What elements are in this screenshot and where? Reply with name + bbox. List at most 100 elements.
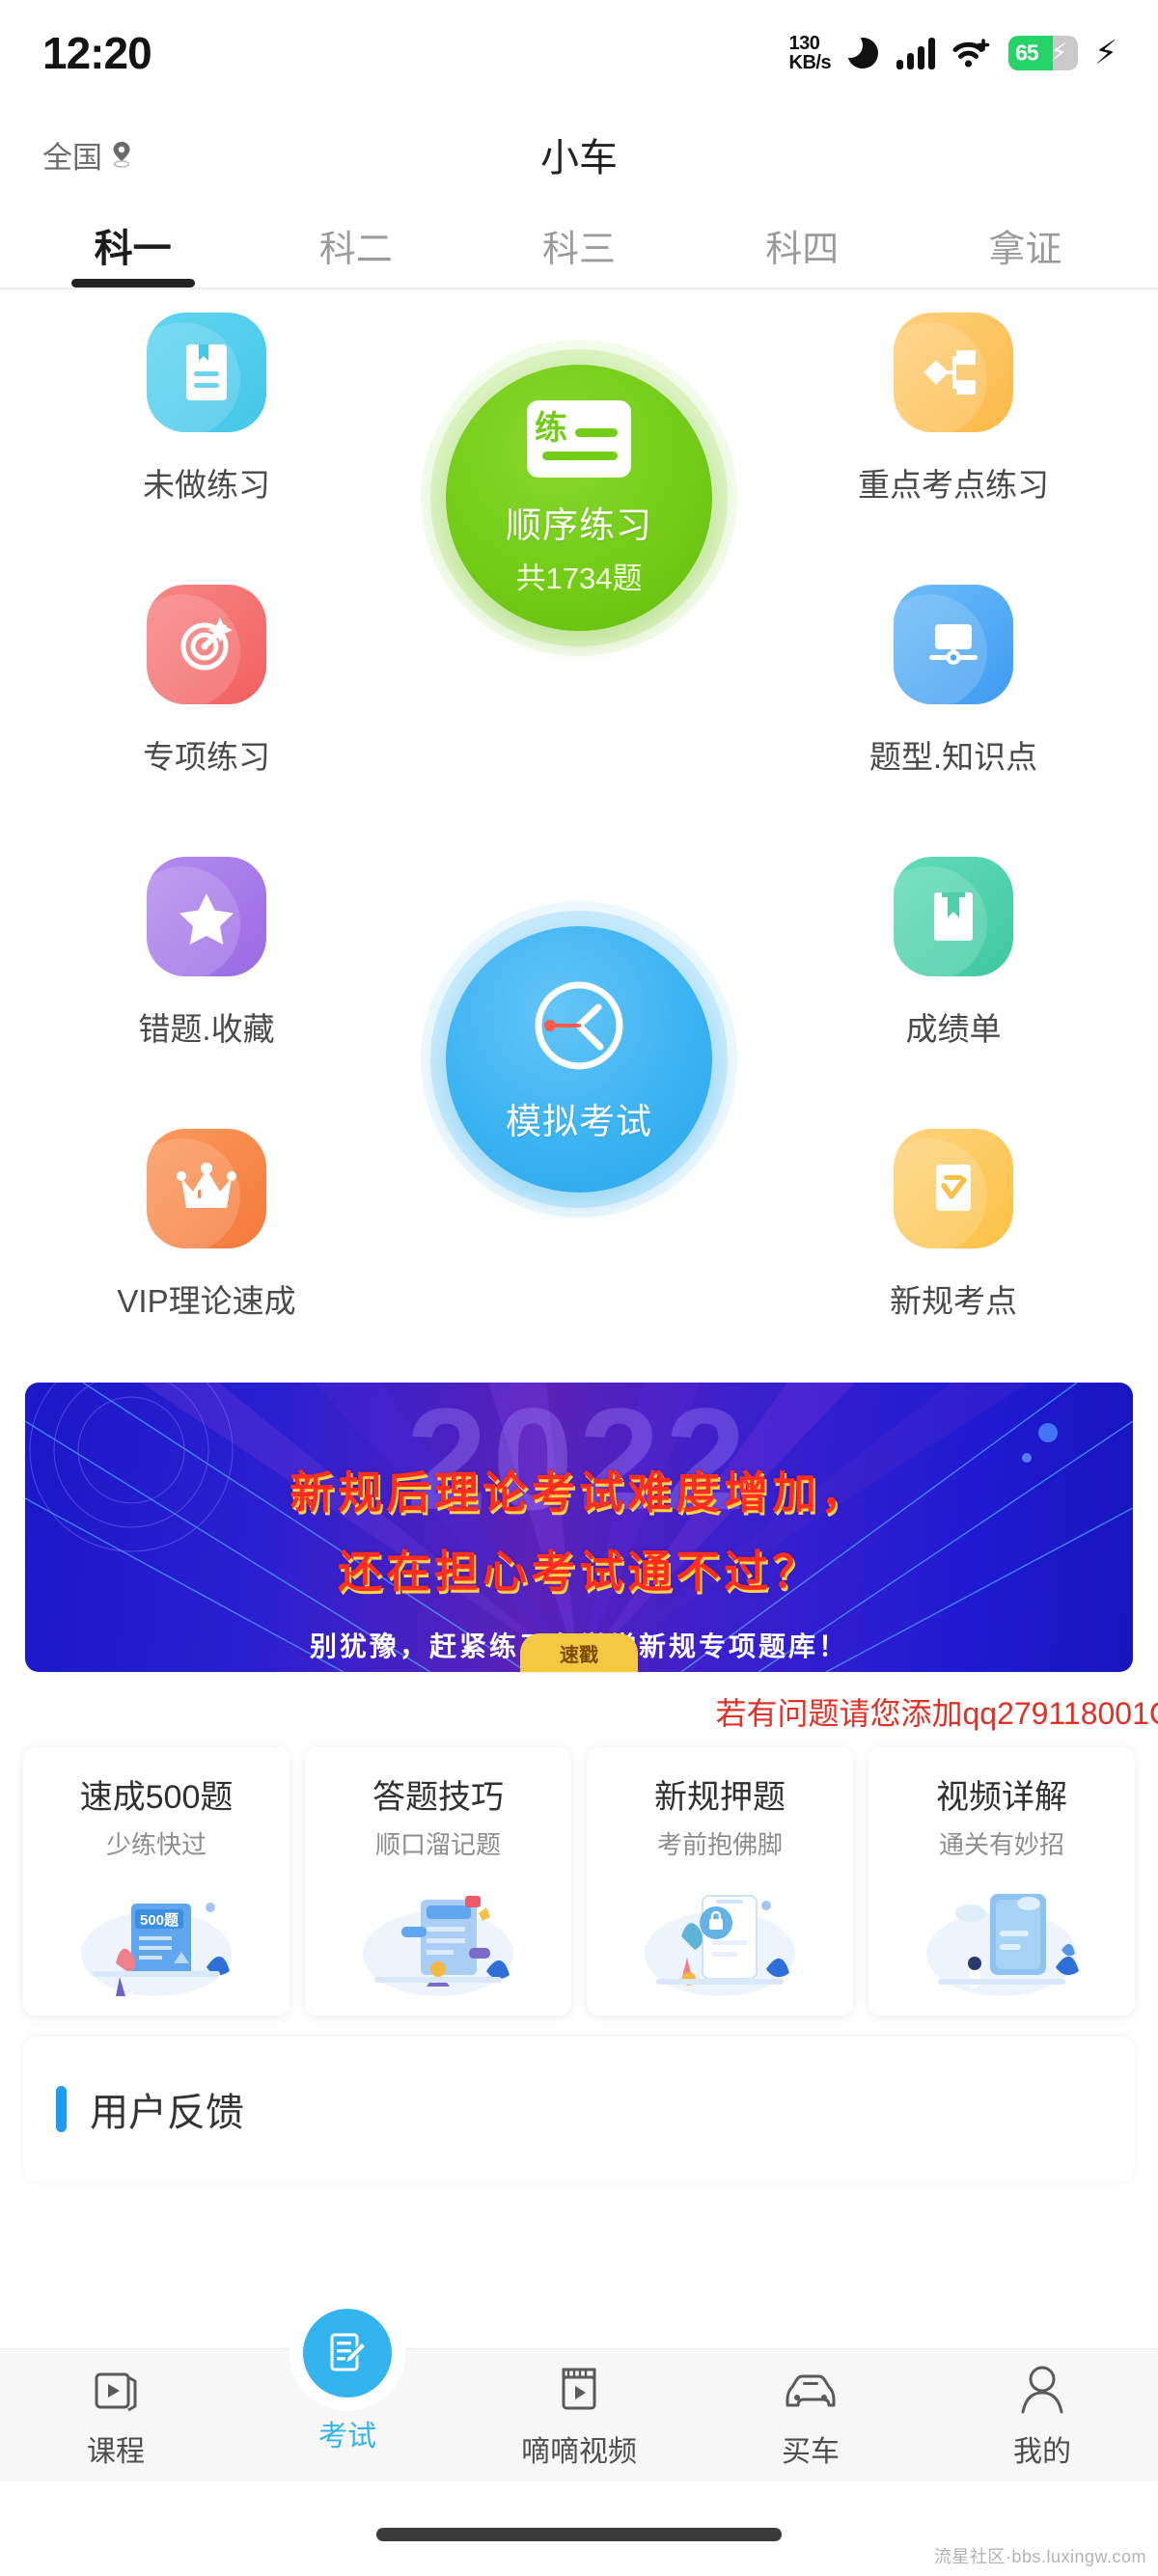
qq-contact-notice: 若有问题请您添加qq279118001C xyxy=(0,1672,1158,1747)
card-answer-tips[interactable]: 答题技巧 顺口溜记题 xyxy=(305,1747,571,2015)
sequential-practice-button[interactable]: 练 顺序练习 共1734题 xyxy=(446,365,712,631)
card-quick-500[interactable]: 速成500题 少练快过 500题 xyxy=(23,1747,290,2015)
grid-item-label: 新规考点 xyxy=(890,1283,1017,1319)
crown-icon xyxy=(147,1129,266,1248)
svg-text:练: 练 xyxy=(535,410,567,447)
svg-text:500题: 500题 xyxy=(140,1912,179,1929)
bolt-icon: ⚡ xyxy=(1094,35,1117,71)
region-label: 全国 xyxy=(42,140,102,175)
nodes-icon xyxy=(894,313,1013,432)
region-selector[interactable]: 全国 xyxy=(42,133,133,177)
nav-item-exam[interactable]: 考试 xyxy=(232,2309,463,2481)
grid-item-new-rules[interactable]: 新规考点 xyxy=(799,1129,1108,1353)
grid-item-question-types[interactable]: 题型.知识点 xyxy=(799,585,1108,808)
nav-label: 嘀嘀视频 xyxy=(521,2435,637,2468)
grid-item-key-points[interactable]: 重点考点练习 xyxy=(799,313,1108,536)
banner-cta-button[interactable]: 速戳 xyxy=(520,1633,638,1672)
status-icons: 130 KB/s 65 ⚡ ⚡ xyxy=(788,32,1117,73)
book-500-art: 500题 xyxy=(60,1871,253,2011)
notes-art xyxy=(342,1871,535,2011)
bookmark-doc-icon xyxy=(147,313,266,432)
location-pin-icon xyxy=(110,140,133,169)
grid-right-column: 重点考点练习 题型.知识点 成绩单 新规考点 xyxy=(799,313,1108,1401)
nav-item-courses[interactable]: 课程 xyxy=(0,2349,232,2481)
status-bar: 12:20 130 KB/s 65 ⚡ ⚡ xyxy=(0,0,1158,106)
lock-phone-art xyxy=(623,1871,816,2011)
target-icon xyxy=(147,585,266,704)
clock-icon xyxy=(529,975,629,1081)
banner-cta-label: 速戳 xyxy=(560,1644,598,1666)
tab-ke-si[interactable]: 科四 xyxy=(691,203,914,288)
grid-item-wrong-favorites[interactable]: 错题.收藏 xyxy=(52,857,361,1081)
nav-label: 买车 xyxy=(782,2435,840,2468)
grid-item-label: 错题.收藏 xyxy=(138,1011,275,1047)
home-indicator[interactable] xyxy=(376,2528,782,2541)
grid-item-undone-practice[interactable]: 未做练习 xyxy=(52,313,361,536)
mock-exam-button[interactable]: 模拟考试 xyxy=(446,926,712,1192)
sequential-practice-title: 顺序练习 xyxy=(506,506,652,545)
nav-label: 考试 xyxy=(318,2421,376,2453)
card-subtitle: 少练快过 xyxy=(105,1830,207,1859)
page-title: 小车 xyxy=(540,137,618,179)
mock-exam-title: 模拟考试 xyxy=(506,1101,652,1141)
course-play-icon xyxy=(89,2362,143,2420)
user-feedback-section[interactable]: 用户反馈 xyxy=(23,2037,1135,2181)
video-art xyxy=(905,1871,1098,2011)
feature-card-list: 速成500题 少练快过 500题 答题技巧 顺口溜记题 新规押题 考前抱佛脚 视… xyxy=(0,1747,1158,2015)
grid-item-label: 成绩单 xyxy=(905,1011,1002,1047)
tab-ke-san[interactable]: 科三 xyxy=(467,203,690,288)
function-grid: 未做练习 专项练习 错题.收藏 VIP理论速成 重点考点练习 题型.知识点 成绩… xyxy=(0,289,1158,1365)
promo-banner[interactable]: 2022 新规后理论考试难度增加， 还在担心考试通不过？ 别犹豫，赶紧练习车学堂… xyxy=(25,1383,1133,1672)
card-subtitle: 考前抱佛脚 xyxy=(656,1830,783,1859)
video-clip-icon xyxy=(554,2362,604,2420)
grid-item-label: 重点考点练习 xyxy=(858,467,1049,503)
tab-ke-yi[interactable]: 科一 xyxy=(21,203,244,288)
grid-item-label: 专项练习 xyxy=(143,739,270,775)
checklist-icon xyxy=(894,1129,1013,1248)
grid-left-column: 未做练习 专项练习 错题.收藏 VIP理论速成 xyxy=(52,313,361,1401)
network-speed-indicator: 130 KB/s xyxy=(788,32,832,73)
nav-item-buy-car[interactable]: 买车 xyxy=(695,2349,926,2481)
practice-card-icon: 练 xyxy=(525,398,633,484)
wifi-plus-icon xyxy=(951,37,992,69)
card-new-rule-predictions[interactable]: 新规押题 考前抱佛脚 xyxy=(587,1747,853,2015)
bottom-navigation: 课程 考试 嘀嘀视频 买车 我的 xyxy=(0,2309,1158,2481)
grid-item-label: VIP理论速成 xyxy=(117,1283,296,1319)
exam-doc-icon xyxy=(303,2309,392,2398)
tab-na-zheng[interactable]: 拿证 xyxy=(914,203,1137,288)
signal-icon xyxy=(896,37,936,69)
watermark-text: 流星社区·bbs.luxingw.com xyxy=(933,2547,1146,2566)
star-icon xyxy=(147,857,266,976)
battery-icon: 65 ⚡ xyxy=(1008,36,1079,70)
network-speed-unit: KB/s xyxy=(788,52,832,73)
banner-headline-line1: 新规后理论考试难度增加， xyxy=(290,1467,868,1518)
nav-label: 我的 xyxy=(1013,2435,1071,2468)
grid-item-label: 题型.知识点 xyxy=(868,739,1038,775)
sequential-practice-subtitle: 共1734题 xyxy=(515,562,643,595)
qq-contact-text: 若有问题请您添加qq279118001C xyxy=(715,1696,1158,1731)
car-icon xyxy=(782,2362,840,2420)
nav-item-profile[interactable]: 我的 xyxy=(926,2349,1158,2481)
nav-item-didi-video[interactable]: 嘀嘀视频 xyxy=(463,2349,695,2481)
report-book-icon xyxy=(894,857,1013,976)
card-subtitle: 通关有妙招 xyxy=(938,1830,1064,1859)
grid-item-score-report[interactable]: 成绩单 xyxy=(799,857,1108,1081)
grid-item-label: 未做练习 xyxy=(143,467,270,503)
card-title: 答题技巧 xyxy=(372,1779,504,1816)
card-video-explanation[interactable]: 视频详解 通关有妙招 xyxy=(868,1747,1135,2015)
banner-headline-line2: 还在担心考试通不过？ xyxy=(338,1547,820,1597)
status-time: 12:20 xyxy=(42,28,152,78)
tab-ke-er[interactable]: 科二 xyxy=(244,203,467,288)
user-feedback-title: 用户反馈 xyxy=(90,2092,244,2134)
grid-item-vip-theory[interactable]: VIP理论速成 xyxy=(52,1129,361,1353)
grid-item-special-practice[interactable]: 专项练习 xyxy=(52,585,361,808)
monitor-net-icon xyxy=(894,585,1013,704)
person-icon xyxy=(1017,2362,1067,2420)
section-accent-bar xyxy=(56,2086,67,2132)
network-speed-value: 130 xyxy=(788,32,820,54)
card-title: 速成500题 xyxy=(79,1779,234,1816)
card-subtitle: 顺口溜记题 xyxy=(374,1830,501,1859)
app-header: 全国 小车 xyxy=(0,106,1158,203)
card-title: 视频详解 xyxy=(936,1779,1067,1816)
subject-tabs: 科一 科二 科三 科四 拿证 xyxy=(0,203,1158,289)
